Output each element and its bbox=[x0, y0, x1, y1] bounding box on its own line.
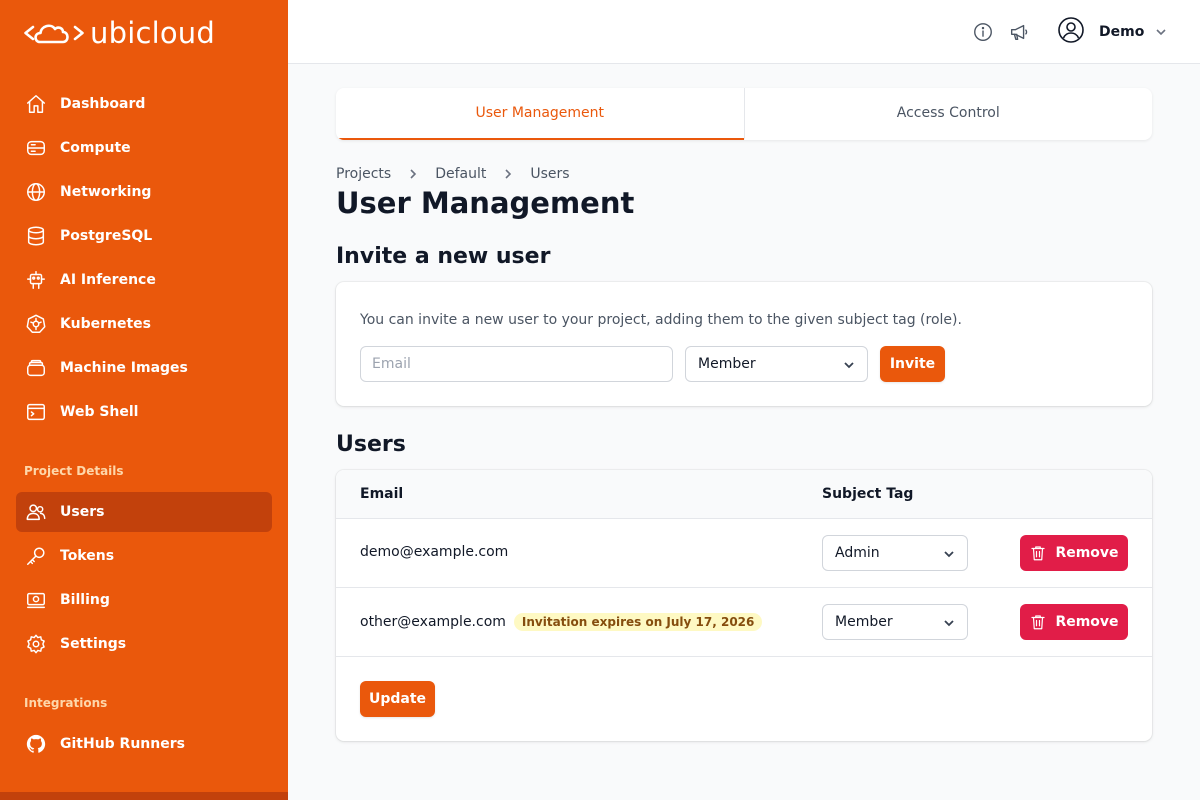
breadcrumb: Projects Default Users bbox=[336, 164, 570, 184]
chevron-right-icon bbox=[408, 169, 418, 179]
remove-user-button[interactable]: Remove bbox=[1020, 604, 1128, 640]
sidebar-item-label: Kubernetes bbox=[60, 316, 151, 332]
integrations-title: Integrations bbox=[24, 696, 108, 710]
sidebar-item-ai-inference[interactable]: AI Inference bbox=[16, 260, 272, 300]
banknote-icon bbox=[24, 588, 48, 612]
user-circle-icon bbox=[1057, 16, 1085, 48]
invite-role-value: Member bbox=[698, 356, 756, 372]
sidebar-item-label: Tokens bbox=[60, 548, 115, 564]
github-icon bbox=[24, 732, 48, 756]
sidebar-item-label: Machine Images bbox=[60, 360, 188, 376]
remove-user-button[interactable]: Remove bbox=[1020, 535, 1128, 571]
table-row: other@example.com Invitation expires on … bbox=[336, 588, 1152, 657]
project-nav: Users Tokens Billing Settings bbox=[16, 492, 272, 668]
sidebar-item-github-runners[interactable]: GitHub Runners bbox=[16, 724, 272, 764]
sidebar-item-machine-images[interactable]: Machine Images bbox=[16, 348, 272, 388]
sidebar-item-networking[interactable]: Networking bbox=[16, 172, 272, 212]
sidebar-item-label: Compute bbox=[60, 140, 131, 156]
sidebar-item-compute[interactable]: Compute bbox=[16, 128, 272, 168]
sidebar-item-label: Web Shell bbox=[60, 404, 139, 420]
sidebar-bottom-bar bbox=[0, 792, 288, 800]
user-menu[interactable]: Demo bbox=[1057, 17, 1168, 47]
invite-button[interactable]: Invite bbox=[880, 346, 945, 382]
brand-name: ubicloud bbox=[90, 16, 215, 50]
invite-heading: Invite a new user bbox=[336, 244, 551, 269]
database-icon bbox=[24, 224, 48, 248]
top-header: Demo bbox=[288, 0, 1200, 64]
main-nav: Dashboard Compute Networking PostgreSQL … bbox=[16, 84, 272, 436]
sidebar-item-billing[interactable]: Billing bbox=[16, 580, 272, 620]
sidebar-item-label: AI Inference bbox=[60, 272, 156, 288]
chevron-right-icon bbox=[503, 169, 513, 179]
gear-icon bbox=[24, 632, 48, 656]
invite-description: You can invite a new user to your projec… bbox=[360, 312, 962, 328]
info-icon[interactable] bbox=[972, 21, 994, 43]
sidebar-item-postgresql[interactable]: PostgreSQL bbox=[16, 216, 272, 256]
chevron-down-icon bbox=[942, 547, 956, 561]
update-button[interactable]: Update bbox=[360, 681, 435, 717]
users-table-header: Email Subject Tag bbox=[336, 470, 1152, 519]
column-header-subject-tag: Subject Tag bbox=[822, 486, 914, 502]
users-icon bbox=[24, 500, 48, 524]
breadcrumb-default[interactable]: Default bbox=[435, 166, 486, 182]
tab-access-control[interactable]: Access Control bbox=[743, 88, 1153, 140]
stack-icon bbox=[24, 356, 48, 380]
terminal-icon bbox=[24, 400, 48, 424]
user-email-cell: demo@example.com bbox=[360, 544, 508, 560]
user-email-cell: other@example.com Invitation expires on … bbox=[360, 613, 763, 631]
sidebar-item-tokens[interactable]: Tokens bbox=[16, 536, 272, 576]
sidebar-item-label: Networking bbox=[60, 184, 152, 200]
remove-label: Remove bbox=[1055, 545, 1119, 561]
trash-icon bbox=[1031, 546, 1046, 561]
sidebar-item-dashboard[interactable]: Dashboard bbox=[16, 84, 272, 124]
remove-label: Remove bbox=[1055, 614, 1119, 630]
breadcrumb-projects[interactable]: Projects bbox=[336, 166, 391, 182]
page-title: User Management bbox=[336, 186, 635, 220]
chevron-down-icon bbox=[942, 616, 956, 630]
cloud-logo-icon bbox=[24, 24, 84, 44]
subject-tag-value: Admin bbox=[835, 545, 880, 561]
integrations-nav: GitHub Runners bbox=[16, 724, 272, 768]
megaphone-icon[interactable] bbox=[1008, 21, 1030, 43]
sidebar-item-label: PostgreSQL bbox=[60, 228, 153, 244]
kubernetes-icon bbox=[24, 312, 48, 336]
brand-logo[interactable]: ubicloud bbox=[24, 16, 215, 50]
page-tabs: User Management Access Control bbox=[336, 88, 1152, 140]
user-email: other@example.com bbox=[360, 614, 506, 630]
user-email: demo@example.com bbox=[360, 544, 509, 560]
key-icon bbox=[24, 544, 48, 568]
sidebar-item-users[interactable]: Users bbox=[16, 492, 272, 532]
sidebar-item-settings[interactable]: Settings bbox=[16, 624, 272, 664]
sidebar: ubicloud Dashboard Compute Networking Po… bbox=[0, 0, 288, 800]
subject-tag-select[interactable]: Admin bbox=[822, 535, 968, 571]
users-heading: Users bbox=[336, 432, 406, 457]
invitation-expiry-badge: Invitation expires on July 17, 2026 bbox=[513, 613, 763, 631]
sidebar-item-label: Dashboard bbox=[60, 96, 146, 112]
subject-tag-value: Member bbox=[835, 614, 893, 630]
tab-user-management[interactable]: User Management bbox=[336, 88, 744, 140]
table-row: demo@example.com Admin Remove bbox=[336, 519, 1152, 588]
invite-card: You can invite a new user to your projec… bbox=[336, 282, 1152, 406]
trash-icon bbox=[1031, 615, 1046, 630]
project-details-title: Project Details bbox=[24, 464, 124, 478]
chevron-down-icon bbox=[842, 358, 856, 372]
server-icon bbox=[24, 136, 48, 160]
sidebar-item-label: Users bbox=[60, 504, 105, 520]
invite-role-select[interactable]: Member bbox=[685, 346, 868, 382]
sidebar-item-label: GitHub Runners bbox=[60, 736, 185, 752]
sidebar-item-web-shell[interactable]: Web Shell bbox=[16, 392, 272, 432]
sidebar-item-label: Settings bbox=[60, 636, 127, 652]
users-card: Email Subject Tag demo@example.com Admin… bbox=[336, 470, 1152, 741]
robot-icon bbox=[24, 268, 48, 292]
invite-email-input[interactable] bbox=[360, 346, 673, 382]
breadcrumb-users[interactable]: Users bbox=[530, 166, 569, 182]
sidebar-item-label: Billing bbox=[60, 592, 110, 608]
subject-tag-select[interactable]: Member bbox=[822, 604, 968, 640]
globe-icon bbox=[24, 180, 48, 204]
chevron-down-icon bbox=[1144, 22, 1168, 43]
sidebar-item-kubernetes[interactable]: Kubernetes bbox=[16, 304, 272, 344]
column-header-email: Email bbox=[360, 486, 404, 502]
user-name: Demo bbox=[1099, 24, 1145, 40]
home-icon bbox=[24, 92, 48, 116]
